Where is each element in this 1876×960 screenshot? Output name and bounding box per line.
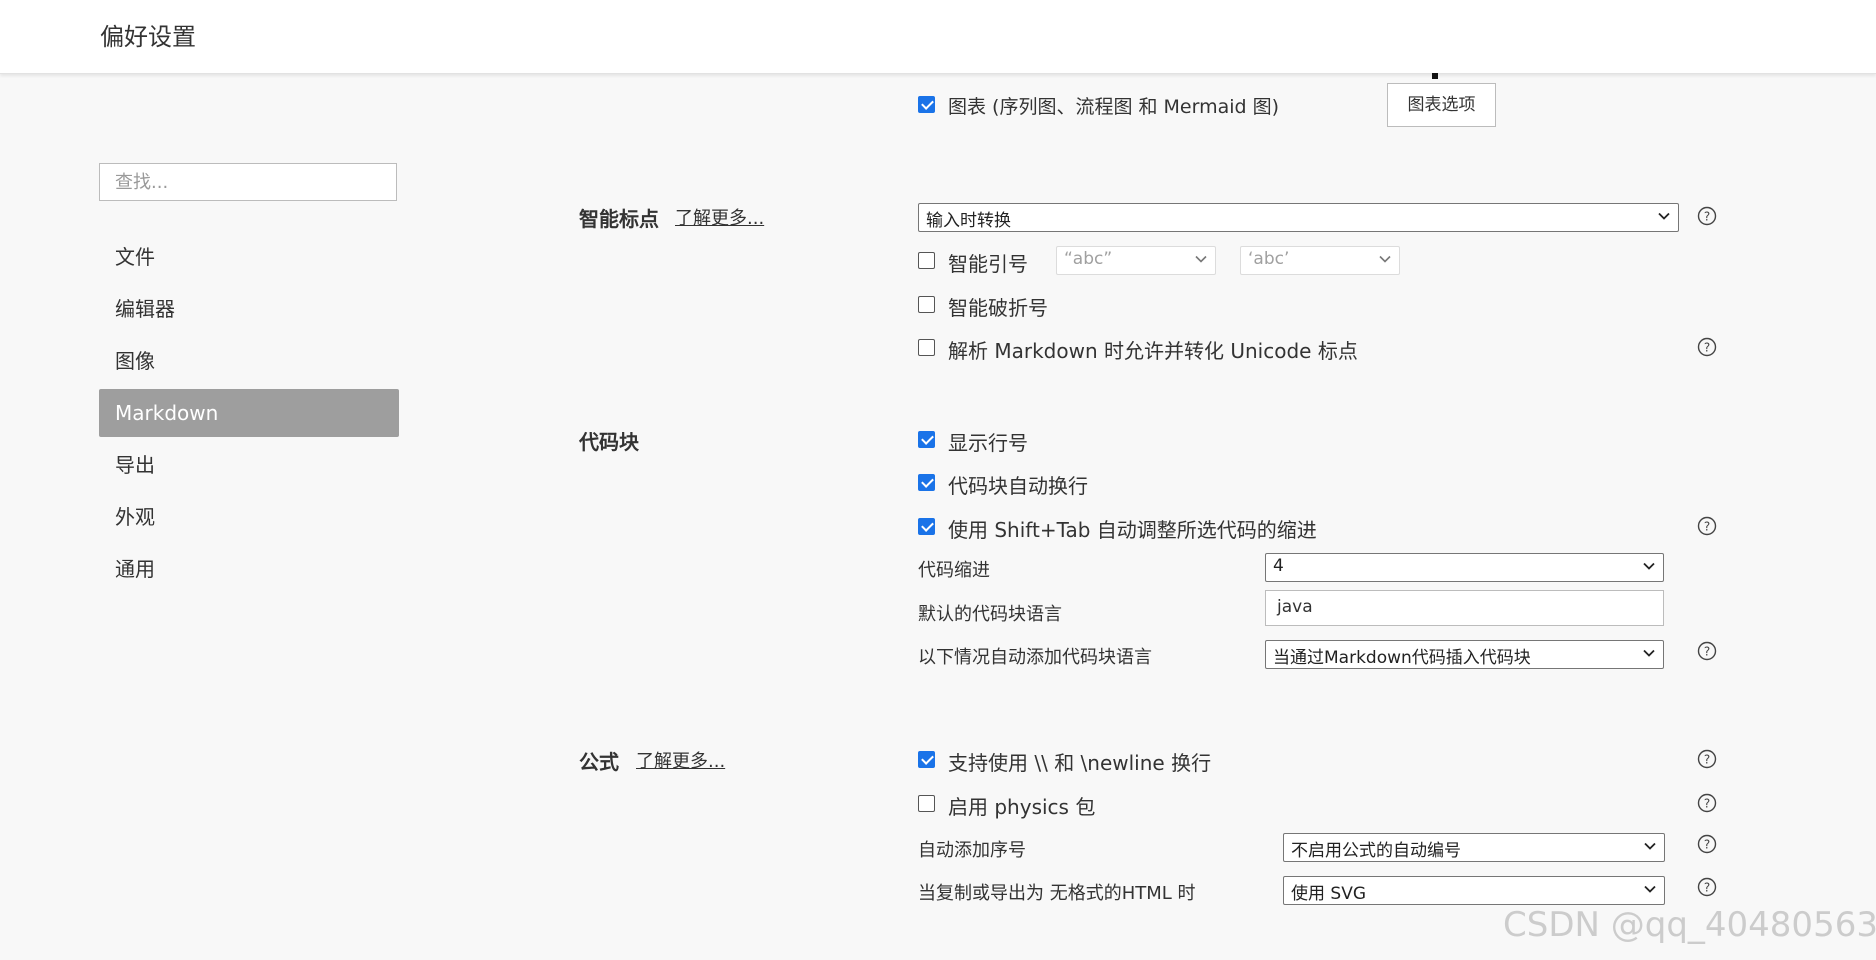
smart-punct-mode-select[interactable]: 输入时转换 xyxy=(918,203,1679,232)
diagrams-checkbox[interactable] xyxy=(918,96,935,113)
code-wrap-label: 代码块自动换行 xyxy=(948,474,1088,498)
math-learn-more-link[interactable]: 了解更多... xyxy=(636,747,725,773)
smart-punct-learn-more-link[interactable]: 了解更多... xyxy=(675,204,764,230)
svg-text:?: ? xyxy=(1704,753,1710,767)
sidebar-item-general[interactable]: 通用 xyxy=(99,545,399,593)
sidebar-item-editor[interactable]: 编辑器 xyxy=(99,285,399,333)
unicode-punct-label: 解析 Markdown 时允许并转化 Unicode 标点 xyxy=(948,339,1358,363)
auto-number-select[interactable]: 不启用公式的自动编号 xyxy=(1283,833,1665,862)
svg-text:?: ? xyxy=(1704,838,1710,852)
smart-dashes-checkbox[interactable] xyxy=(918,296,935,313)
chevron-down-icon xyxy=(1643,649,1655,657)
svg-text:?: ? xyxy=(1704,881,1710,895)
export-html-label: 当复制或导出为 无格式的HTML 时 xyxy=(918,883,1196,904)
diagram-options-button[interactable]: 图表选项 xyxy=(1387,83,1496,127)
chevron-down-icon xyxy=(1643,562,1655,570)
math-newline-label: 支持使用 \\ 和 \newline 换行 xyxy=(948,751,1212,775)
double-quote-style-value: “abc” xyxy=(1064,249,1113,269)
svg-text:?: ? xyxy=(1704,210,1710,224)
code-wrap-checkbox[interactable] xyxy=(918,474,935,491)
smart-punct-title: 智能标点 xyxy=(579,207,659,231)
svg-text:?: ? xyxy=(1704,520,1710,534)
auto-number-value: 不启用公式的自动编号 xyxy=(1291,841,1461,861)
help-icon[interactable]: ? xyxy=(1697,206,1717,226)
sidebar-item-appearance[interactable]: 外观 xyxy=(99,493,399,541)
help-icon[interactable]: ? xyxy=(1697,749,1717,769)
help-icon[interactable]: ? xyxy=(1697,516,1717,536)
help-icon[interactable]: ? xyxy=(1697,793,1717,813)
double-quote-style-select[interactable]: “abc” xyxy=(1056,246,1216,275)
smart-quotes-checkbox[interactable] xyxy=(918,252,935,269)
help-icon[interactable]: ? xyxy=(1697,641,1717,661)
auto-number-label: 自动添加序号 xyxy=(918,840,1026,861)
help-icon[interactable]: ? xyxy=(1697,877,1717,897)
shift-tab-indent-checkbox[interactable] xyxy=(918,518,935,535)
text-cursor-mark xyxy=(1432,73,1438,79)
svg-text:?: ? xyxy=(1704,797,1710,811)
auto-lang-select[interactable]: 当通过Markdown代码插入代码块 xyxy=(1265,640,1664,669)
single-quote-style-select[interactable]: ‘abc’ xyxy=(1240,246,1400,275)
chevron-down-icon xyxy=(1644,842,1656,850)
smart-punct-mode-value: 输入时转换 xyxy=(926,211,1011,231)
physics-package-label: 启用 physics 包 xyxy=(948,795,1096,819)
default-lang-input[interactable]: java xyxy=(1265,590,1664,626)
help-icon[interactable]: ? xyxy=(1697,337,1717,357)
chevron-down-icon xyxy=(1644,885,1656,893)
sidebar-item-image[interactable]: 图像 xyxy=(99,337,399,385)
math-newline-checkbox[interactable] xyxy=(918,751,935,768)
shift-tab-indent-label: 使用 Shift+Tab 自动调整所选代码的缩进 xyxy=(948,518,1317,542)
sidebar-item-export[interactable]: 导出 xyxy=(99,441,399,489)
chevron-down-icon xyxy=(1195,255,1207,263)
code-indent-select[interactable]: 4 xyxy=(1265,553,1664,582)
svg-text:?: ? xyxy=(1704,341,1710,355)
single-quote-style-value: ‘abc’ xyxy=(1248,249,1290,269)
smart-quotes-label: 智能引号 xyxy=(948,252,1028,276)
sidebar-item-markdown[interactable]: Markdown xyxy=(99,389,399,437)
search-input[interactable] xyxy=(99,163,397,201)
csdn-watermark: CSDN @qq_40480563 xyxy=(1503,905,1876,945)
code-block-title: 代码块 xyxy=(579,430,639,454)
window-title: 偏好设置 xyxy=(100,23,196,51)
export-html-select[interactable]: 使用 SVG xyxy=(1283,876,1665,905)
smart-dashes-label: 智能破折号 xyxy=(948,296,1048,320)
auto-lang-value: 当通过Markdown代码插入代码块 xyxy=(1273,648,1531,668)
unicode-punct-checkbox[interactable] xyxy=(918,339,935,356)
chevron-down-icon xyxy=(1379,255,1391,263)
physics-package-checkbox[interactable] xyxy=(918,795,935,812)
export-html-value: 使用 SVG xyxy=(1291,884,1366,904)
auto-lang-label: 以下情况自动添加代码块语言 xyxy=(918,647,1152,668)
chevron-down-icon xyxy=(1658,212,1670,220)
default-lang-label: 默认的代码块语言 xyxy=(918,604,1062,625)
code-indent-value: 4 xyxy=(1273,556,1284,576)
line-numbers-checkbox[interactable] xyxy=(918,431,935,448)
math-title: 公式 xyxy=(579,750,619,774)
line-numbers-label: 显示行号 xyxy=(948,431,1028,455)
title-bar: 偏好设置 xyxy=(0,0,1876,74)
svg-text:?: ? xyxy=(1704,645,1710,659)
help-icon[interactable]: ? xyxy=(1697,834,1717,854)
code-indent-label: 代码缩进 xyxy=(918,560,990,581)
sidebar-item-file[interactable]: 文件 xyxy=(99,233,399,281)
diagrams-label: 图表 (序列图、流程图 和 Mermaid 图) xyxy=(948,96,1280,118)
